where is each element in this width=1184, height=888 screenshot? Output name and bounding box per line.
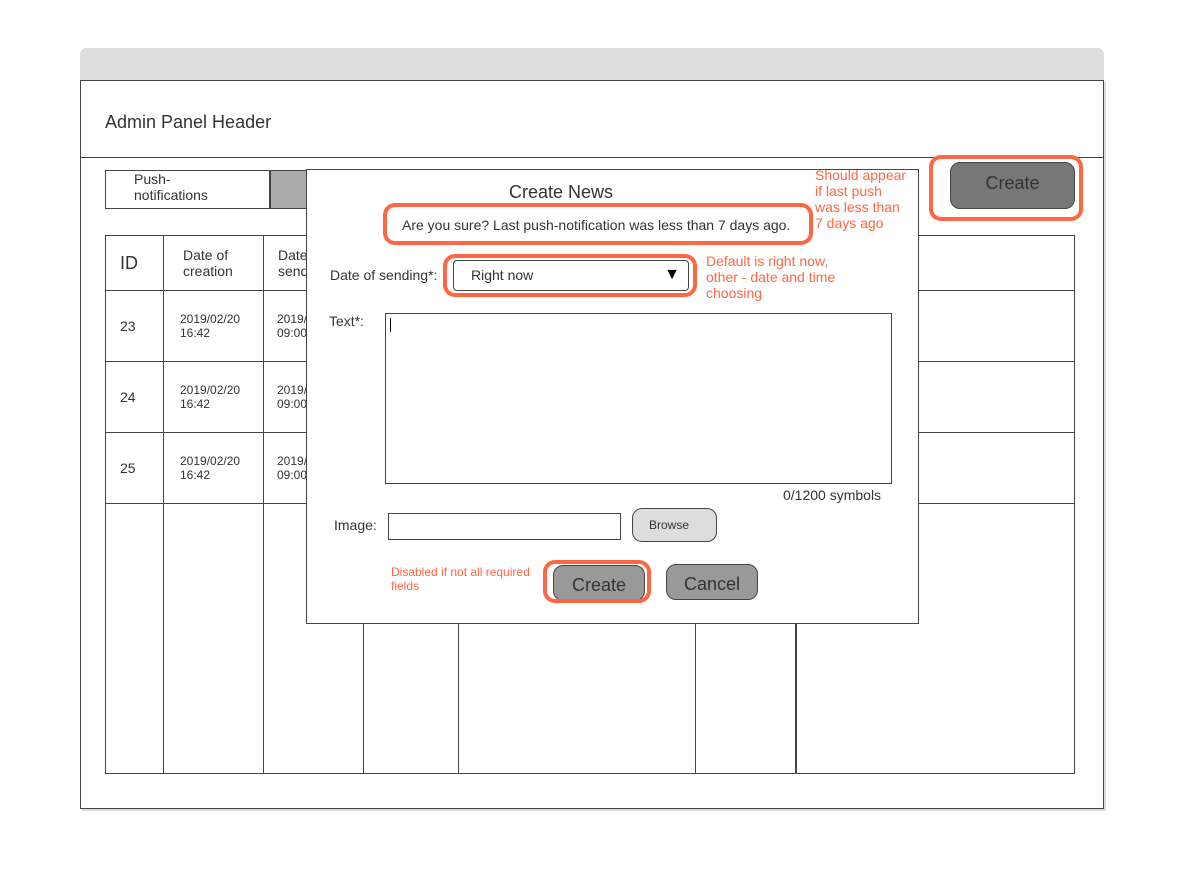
warning-note: Should appear if last push was less than…: [815, 167, 907, 231]
create-disabled-note: Disabled if not all required fields: [391, 565, 530, 593]
cell-id: 23: [105, 290, 164, 362]
text-area[interactable]: [385, 313, 892, 484]
warning-highlight: [383, 203, 813, 245]
col-created: Date of creation: [163, 235, 264, 291]
cell-id: 25: [105, 432, 164, 504]
browse-button[interactable]: Browse: [632, 508, 717, 542]
image-input[interactable]: [388, 513, 621, 540]
text-label: Text*:: [329, 313, 365, 329]
tab-push-notifications[interactable]: Push-notifications: [105, 170, 270, 209]
window-titlebar: [80, 48, 1104, 80]
date-select-highlight: [443, 254, 697, 297]
dialog-title: Create News: [509, 182, 614, 202]
date-note: Default is right now, other - date and t…: [706, 253, 836, 301]
cell-created: 2019/02/20 16:42: [163, 432, 264, 504]
symbol-counter: 0/1200 symbols: [783, 487, 882, 503]
image-label: Image:: [334, 517, 377, 533]
cell-created: 2019/02/20 16:42: [163, 361, 264, 433]
page-title: Admin Panel Header: [105, 112, 272, 132]
create-disabled-highlight: [543, 560, 651, 603]
tab-other[interactable]: [270, 170, 310, 209]
col-id: ID: [105, 235, 164, 291]
text-cursor: [390, 318, 391, 332]
dialog-cancel-button[interactable]: Cancel: [666, 564, 758, 600]
cell-created: 2019/02/20 16:42: [163, 290, 264, 362]
cell: [105, 503, 164, 774]
cell-id: 24: [105, 361, 164, 433]
cell: [163, 503, 264, 774]
create-button-highlight: [929, 155, 1083, 221]
tab-label: Push-notifications: [134, 171, 208, 203]
date-label: Date of sending*:: [330, 267, 438, 283]
